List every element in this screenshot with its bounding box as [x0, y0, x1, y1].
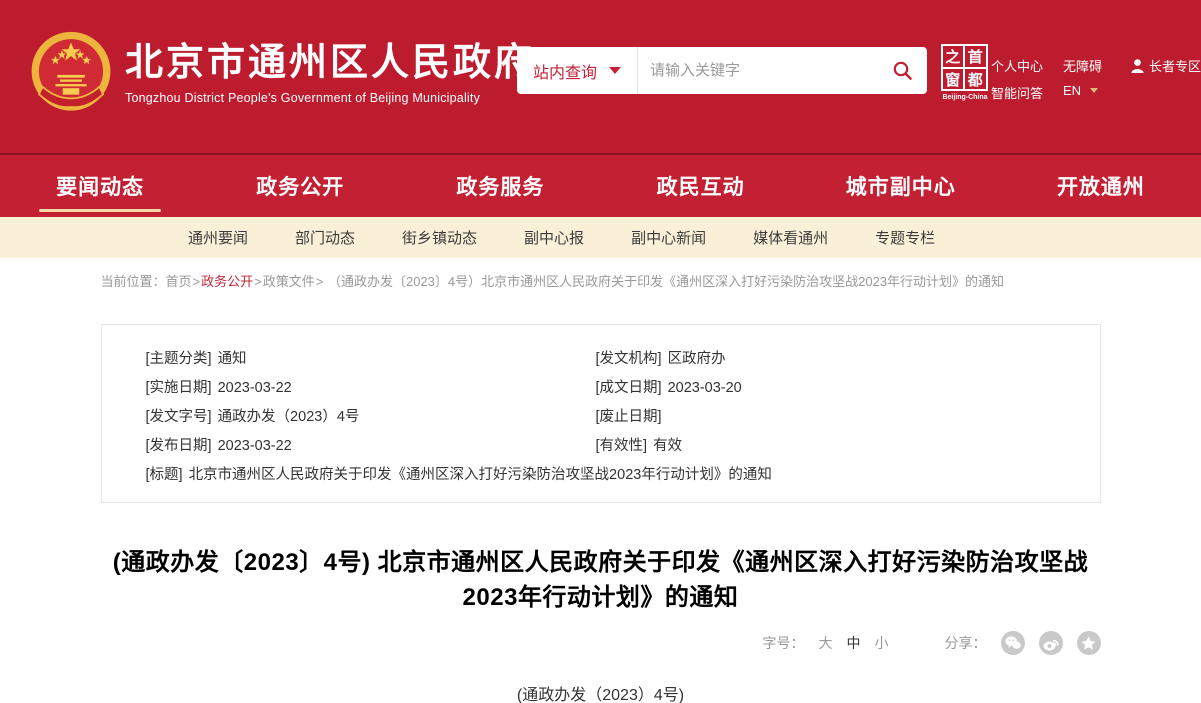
- share-label: 分享：: [945, 633, 987, 653]
- subnav-item-township-news[interactable]: 街乡镇动态: [402, 227, 477, 248]
- search-scope-dropdown[interactable]: 站内查询: [517, 59, 637, 83]
- search-scope-label: 站内查询: [533, 59, 597, 83]
- sub-nav: 通州要闻 部门动态 街乡镇动态 副中心报 副中心新闻 媒体看通州 专题专栏: [0, 217, 1201, 258]
- subnav-item-subcenter-daily[interactable]: 副中心报: [524, 227, 584, 248]
- main-nav: 要闻动态 政务公开 政务服务 政民互动 城市副中心 开放通州: [0, 153, 1201, 217]
- subnav-item-tongzhou-news[interactable]: 通州要闻: [188, 227, 248, 248]
- subnav-item-media-on-tongzhou[interactable]: 媒体看通州: [753, 227, 828, 248]
- site-brand[interactable]: 北京市通州区人民政府 Tongzhou District People's Go…: [27, 30, 535, 118]
- meta-field-publish-date: [发布日期]2023-03-22: [146, 432, 596, 461]
- nav-item-gov-affairs-public[interactable]: 政务公开: [200, 155, 400, 217]
- font-size-large[interactable]: 大: [819, 633, 833, 653]
- link-accessibility[interactable]: 无障碍: [1063, 56, 1102, 75]
- nav-item-open-tongzhou[interactable]: 开放通州: [1001, 155, 1201, 217]
- beijing-capital-window-logo[interactable]: 之 首 窗 都 Beijing-China: [941, 44, 989, 101]
- search-button[interactable]: [888, 60, 927, 81]
- logo-char: 窗: [943, 69, 965, 90]
- wechat-share-icon[interactable]: [1001, 631, 1025, 655]
- link-personal-center[interactable]: 个人中心: [991, 56, 1043, 75]
- nav-item-gov-services[interactable]: 政务服务: [400, 155, 600, 217]
- chevron-down-icon: [609, 67, 621, 74]
- meta-field-written-date: [成文日期]2023-03-20: [596, 374, 742, 403]
- nav-item-city-subcenter[interactable]: 城市副中心: [801, 155, 1001, 217]
- meta-field-issuing-agency: [发文机构]区政府办: [596, 345, 742, 374]
- font-size-small[interactable]: 小: [875, 633, 889, 653]
- senior-zone-label: 长者专区: [1149, 56, 1201, 75]
- breadcrumb-prefix: 当前位置：: [101, 274, 166, 289]
- national-emblem-icon: [27, 30, 115, 118]
- chevron-down-icon: [1090, 88, 1098, 93]
- article-toolbar: 字号： 大 中 小 分享：: [101, 631, 1101, 655]
- subnav-item-special-topics[interactable]: 专题专栏: [875, 227, 935, 248]
- meta-field-implementation-date: [实施日期]2023-03-22: [146, 374, 596, 403]
- font-size-label: 字号：: [763, 633, 805, 653]
- qzone-share-icon[interactable]: [1077, 631, 1101, 655]
- breadcrumb-policy-docs[interactable]: 政策文件: [263, 274, 315, 289]
- breadcrumb: 当前位置：首页>政务公开>政策文件> （通政办发〔2023〕4号）北京市通州区人…: [101, 273, 1101, 291]
- breadcrumb-gov-affairs[interactable]: 政务公开: [201, 274, 253, 289]
- breadcrumb-current: （通政办发〔2023〕4号）北京市通州区人民政府关于印发《通州区深入打好污染防治…: [328, 274, 1004, 289]
- article-title: (通政办发〔2023〕4号) 北京市通州区人民政府关于印发《通州区深入打好污染防…: [101, 545, 1101, 615]
- meta-field-document-number: [发文字号]通政办发（2023）4号: [146, 403, 596, 432]
- nav-item-news[interactable]: 要闻动态: [0, 155, 200, 217]
- meta-field-topic-category: [主题分类]通知: [146, 345, 596, 374]
- meta-field-validity: [有效性]有效: [596, 432, 742, 461]
- search-icon: [892, 60, 913, 81]
- breadcrumb-separator: >: [254, 274, 262, 289]
- logo-char: 首: [965, 46, 987, 69]
- language-label: EN: [1063, 83, 1081, 98]
- breadcrumb-home[interactable]: 首页: [166, 274, 192, 289]
- document-meta-box: [主题分类]通知 [实施日期]2023-03-22 [发文字号]通政办发（202…: [101, 324, 1101, 503]
- font-size-medium[interactable]: 中: [847, 633, 861, 653]
- site-search: 站内查询: [517, 47, 927, 94]
- logo-char: 都: [965, 69, 987, 90]
- site-title: 北京市通州区人民政府: [125, 43, 535, 85]
- weibo-share-icon[interactable]: [1039, 631, 1063, 655]
- link-language-en[interactable]: EN: [1063, 83, 1098, 98]
- capital-window-grid: 之 首 窗 都: [941, 44, 988, 91]
- meta-field-repeal-date: [废止日期]: [596, 403, 742, 432]
- meta-field-title: [标题]北京市通州区人民政府关于印发《通州区深入打好污染防治攻坚战2023年行动…: [146, 461, 1080, 490]
- site-subtitle-en: Tongzhou District People's Government of…: [125, 91, 535, 105]
- breadcrumb-separator: >: [316, 274, 324, 289]
- person-icon: [1131, 59, 1144, 73]
- link-smart-qa[interactable]: 智能问答: [991, 83, 1043, 102]
- logo-caption: Beijing-China: [941, 94, 989, 101]
- search-input[interactable]: [638, 62, 888, 79]
- breadcrumb-separator: >: [193, 274, 201, 289]
- link-senior-zone[interactable]: 长者专区: [1131, 56, 1201, 75]
- nav-item-public-interaction[interactable]: 政民互动: [601, 155, 801, 217]
- subnav-item-subcenter-news[interactable]: 副中心新闻: [631, 227, 706, 248]
- site-header: 北京市通州区人民政府 Tongzhou District People's Go…: [0, 0, 1201, 153]
- document-number: (通政办发（2023）4号): [101, 681, 1101, 703]
- logo-char: 之: [943, 46, 965, 69]
- subnav-item-department-news[interactable]: 部门动态: [295, 227, 355, 248]
